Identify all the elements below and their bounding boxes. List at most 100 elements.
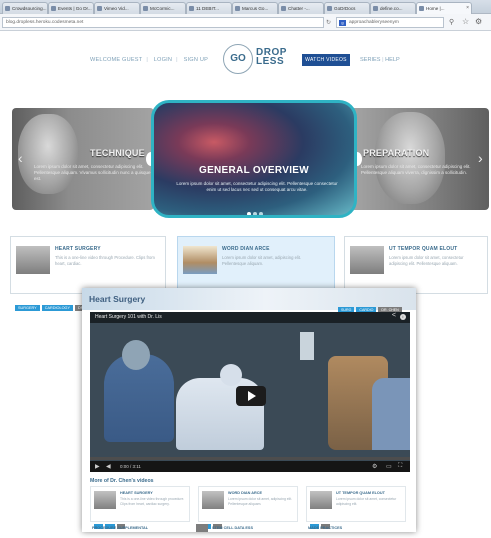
card-description: Lorem ipsum dolor sit amet, adipiscing e… [222, 255, 302, 266]
video-thumbnail [350, 246, 384, 274]
login-link[interactable]: LOGIN [154, 57, 172, 63]
card-title: HEART SURGERY [120, 491, 153, 495]
video-modal: Heart Surgery SURG CARDIO DR. CHEN Heart S… [82, 288, 416, 532]
carousel-dots [246, 203, 264, 215]
related-video-link[interactable]: PROCEDURE SUPPLEMENTAL [92, 526, 148, 530]
related-video-card[interactable]: UT TEMPOR QUAM ELOUT Lorem ipsum dolor s… [306, 486, 406, 529]
carousel-dot[interactable] [253, 212, 257, 215]
tag[interactable]: CARDIOLOGY [41, 305, 74, 311]
carousel-slide-preparation[interactable]: PREPARATION Lorem ipsum dolor sit amet, … [349, 108, 489, 210]
carousel-dot[interactable] [259, 212, 263, 215]
browser-tab[interactable]: McCormic... [140, 2, 186, 14]
play-icon[interactable]: ▶ [95, 463, 100, 470]
video-frame-lamp [300, 332, 314, 360]
doctor-portrait [18, 114, 78, 194]
slide-text: Lorem ipsum dolor sit amet, consectetur … [361, 164, 471, 175]
logo-go[interactable]: GO [223, 44, 253, 74]
video-controls: ▶ ◀ 0:00 / 3:11 ⚙ ▭ ⛶ [90, 461, 410, 472]
carousel-slide-general-overview[interactable]: GENERAL OVERVIEW Lorem ipsum dolor sit a… [151, 100, 357, 218]
video-card[interactable]: HEART SURGERY This is a one-line video t… [10, 236, 166, 294]
next-arrow-icon[interactable]: › [478, 150, 483, 166]
favicon-icon [143, 6, 148, 11]
card-description: Lorem ipsum dolor sit amet, adipiscing e… [228, 497, 293, 506]
doctor-portrait [375, 112, 445, 204]
card-description: This is a one-line video through procedu… [120, 497, 185, 506]
video-frame-figure [372, 378, 410, 450]
favicon-icon [419, 6, 424, 11]
related-video-link[interactable]: MADE PRACTICES [308, 526, 342, 530]
search-field[interactable]: g approachableryseenym [336, 17, 444, 28]
video-title-bar: Heart Surgery 101 with Dr. Lis < i [90, 312, 410, 323]
video-thumbnail [310, 491, 332, 509]
series-link[interactable]: SERIES [360, 57, 381, 63]
related-video-card[interactable]: HEART SURGERY This is a one-line video t… [90, 486, 190, 529]
favicon-icon [373, 6, 378, 11]
logo-dropless[interactable]: DROP LESS [256, 48, 287, 67]
refresh-icon[interactable]: ↻ [326, 19, 331, 26]
browser-tab[interactable]: define.co... [370, 2, 416, 14]
card-description: Lorem ipsum dolor sit amet, consectetur … [336, 497, 397, 506]
prev-arrow-icon[interactable]: ‹ [18, 150, 23, 166]
share-icon[interactable]: < [392, 312, 396, 319]
url-field[interactable]: blog.dropless.heroku.codesmeta.net [2, 17, 324, 28]
slide-text: Lorem ipsum dolor sit amet, consectetur … [34, 164, 151, 181]
favicon-icon [281, 6, 286, 11]
browser-tab[interactable]: Marcus Go... [232, 2, 278, 14]
favicon-icon [5, 6, 10, 11]
favicon-icon [327, 6, 332, 11]
signup-link[interactable]: SIGN UP [184, 57, 208, 63]
close-tab-icon[interactable]: × [466, 5, 469, 11]
card-description: This is a one-line video through Procedu… [55, 255, 155, 266]
browser-tab[interactable]: 11 DEBIT... [186, 2, 232, 14]
browser-tab[interactable]: Crowdsourcing... [2, 2, 48, 14]
fullscreen-icon[interactable]: ⛶ [398, 463, 402, 470]
settings-gear-icon[interactable]: ⚙ [475, 17, 482, 26]
info-icon[interactable]: i [400, 314, 406, 320]
favicon-icon [189, 6, 194, 11]
browser-tab[interactable]: Events | Go Dr... [48, 2, 94, 14]
volume-icon[interactable]: ◀ [106, 463, 111, 470]
video-frame-head [220, 364, 242, 386]
browser-tab-bar: Crowdsourcing... Events | Go Dr... Vimeo… [0, 0, 491, 15]
address-bar: blog.dropless.heroku.codesmeta.net ↻ g ap… [0, 14, 491, 31]
card-description: Lorem ipsum dolor sit amet, consectetur … [389, 255, 464, 266]
slide-title: GENERAL OVERVIEW [198, 165, 309, 176]
logo-less-text: LESS [256, 56, 285, 67]
card-title: UT TEMPOR QUAM ELOUT [336, 491, 385, 495]
favicon-icon [235, 6, 240, 11]
browser-tab[interactable]: Vimeo Vid... [94, 2, 140, 14]
slide-title: PREPARATION [363, 148, 430, 158]
theater-icon[interactable]: ▭ [386, 463, 392, 470]
help-link[interactable]: HELP [385, 57, 400, 63]
more-videos-title: More of Dr. Chen's videos [90, 478, 154, 484]
tag[interactable]: SURGERY [15, 305, 40, 311]
browser-tab[interactable]: GoDrDocs [324, 2, 370, 14]
video-frame-head [122, 340, 150, 370]
video-thumbnail [196, 524, 208, 532]
search-icon[interactable]: ⚲ [449, 18, 454, 26]
video-thumbnail [94, 491, 116, 509]
related-video-link[interactable]: STEM CELL DATA ESS [212, 526, 253, 530]
carousel-dot[interactable] [247, 212, 251, 215]
page: Crowdsourcing... Events | Go Dr... Vimeo… [0, 0, 491, 538]
settings-icon[interactable]: ⚙ [372, 463, 377, 470]
carousel-slide-technique[interactable]: TECHNIQUE Lorem ipsum dolor sit amet, co… [12, 108, 154, 210]
watch-videos-button[interactable]: WATCH VIDEOS [302, 54, 350, 66]
card-title: WORD DIAN ARCE [222, 246, 270, 252]
card-title: HEART SURGERY [55, 246, 101, 252]
bookmark-star-icon[interactable]: ☆ [462, 17, 469, 26]
video-card[interactable]: UT TEMPOR QUAM ELOUT Lorem ipsum dolor s… [344, 236, 488, 294]
video-title: Heart Surgery 101 with Dr. Lis [95, 314, 162, 320]
play-button[interactable] [236, 386, 266, 406]
video-progress-bar[interactable] [90, 457, 410, 460]
video-player[interactable]: Heart Surgery 101 with Dr. Lis < i ▶ ◀ 0… [90, 312, 410, 472]
modal-header: Heart Surgery SURG CARDIO DR. CHEN [82, 288, 416, 313]
browser-tab[interactable]: Chatter -... [278, 2, 324, 14]
modal-title: Heart Surgery [89, 294, 146, 304]
related-video-card[interactable]: WORD DIAN ARCE Lorem ipsum dolor sit ame… [198, 486, 298, 529]
nav-right: SERIES | HELP [360, 57, 400, 63]
video-time: 0:00 / 3:11 [120, 464, 141, 469]
video-thumbnail [16, 246, 50, 274]
video-card[interactable]: WORD DIAN ARCE Lorem ipsum dolor sit ame… [177, 236, 335, 294]
slide-text: Lorem ipsum dolor sit amet, consectetur … [176, 181, 338, 192]
